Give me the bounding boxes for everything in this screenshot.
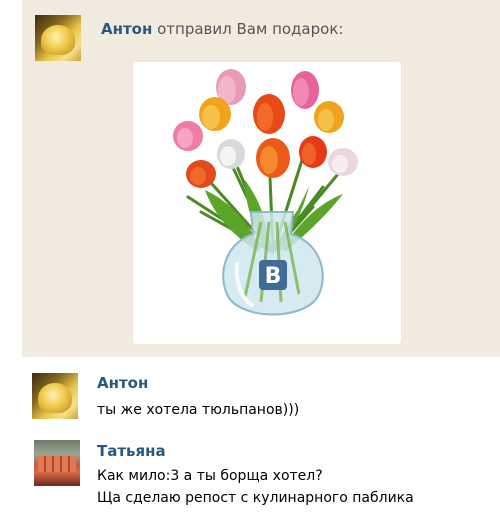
tulip-bouquet-vase-vk-icon: B [173,69,358,316]
gift-header-text: отправил Вам подарок: [157,20,344,38]
svg-text:B: B [265,264,282,289]
gift-card[interactable]: B [133,62,401,344]
message-text: Ща сделаю репост с кулинарного паблика [97,490,414,506]
sender-avatar[interactable] [35,15,81,61]
message-avatar[interactable] [32,373,78,419]
message-avatar[interactable] [34,440,80,486]
message-text: ты же хотела тюльпанов))) [97,402,300,418]
gift-sender-name[interactable]: Антон [101,20,152,38]
message-author[interactable]: Антон [97,374,148,392]
message-text: Как мило:3 а ты борща хотел? [97,468,323,484]
message-author[interactable]: Татьяна [97,442,166,460]
gift-header: Антон отправил Вам подарок: [101,20,343,38]
